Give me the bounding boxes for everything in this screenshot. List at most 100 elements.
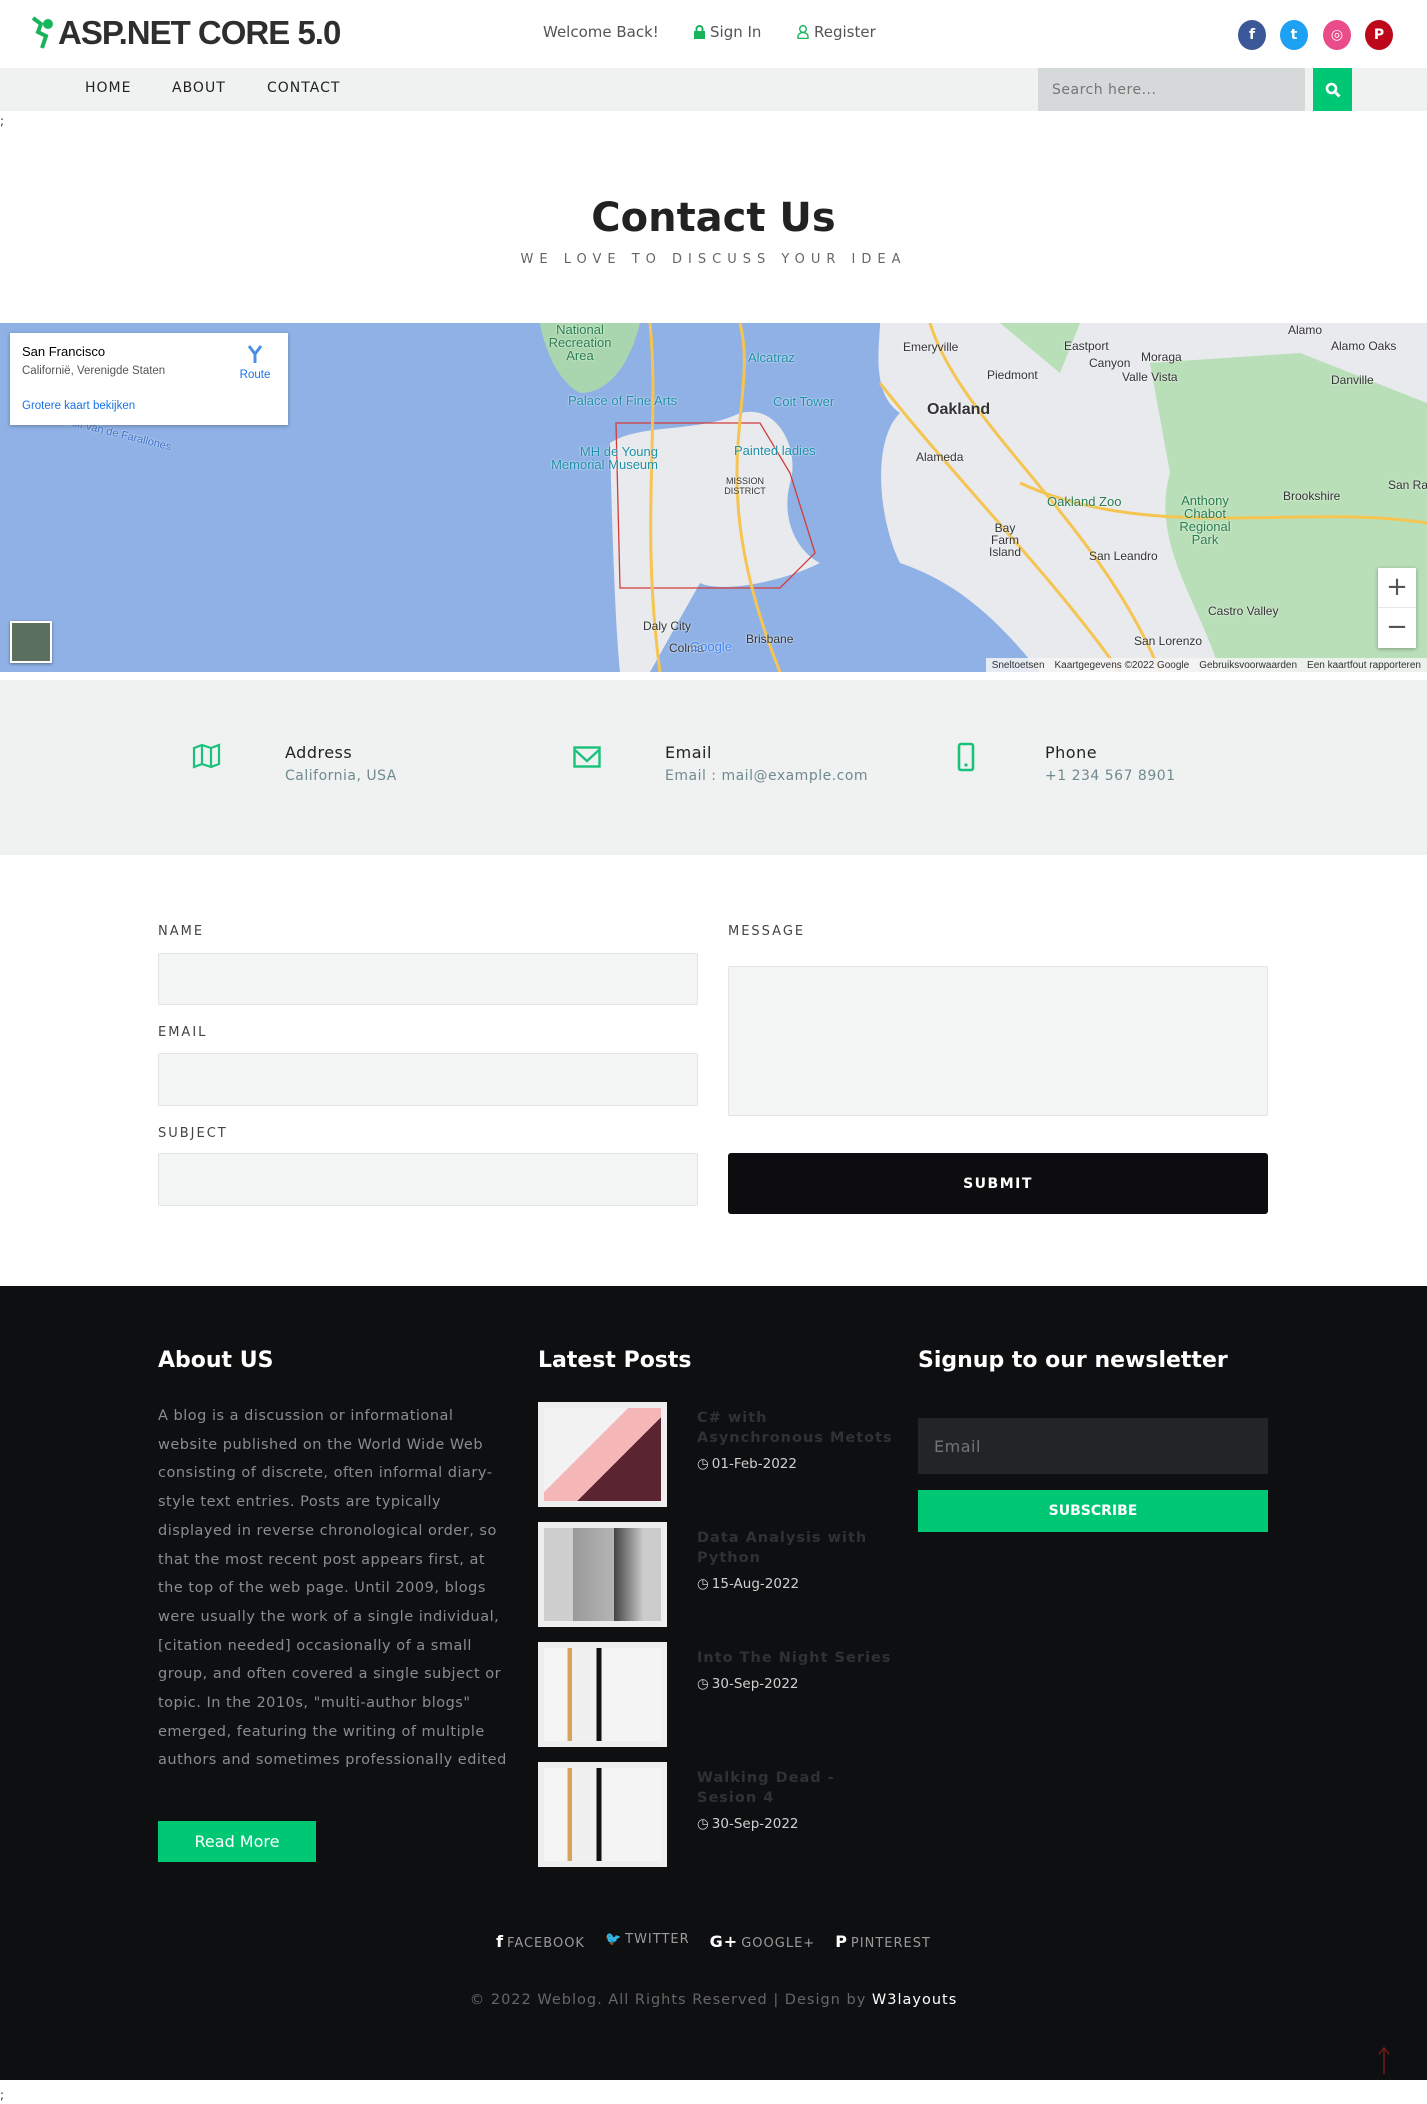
submit-button[interactable]: SUBMIT [728,1153,1268,1214]
scroll-top-arrow-icon[interactable] [1377,2046,1391,2074]
mobile-icon [957,742,975,772]
subject-input[interactable] [158,1153,698,1206]
footer-pinterest-link[interactable]: P PINTEREST [835,1932,931,1951]
nav-home[interactable]: HOME [85,80,131,96]
facebook-icon[interactable]: f [1238,20,1266,50]
search-button[interactable] [1313,68,1352,111]
post-title[interactable]: Data Analysis with Python [697,1530,867,1566]
pinterest-icon[interactable]: P [1365,20,1393,50]
logo[interactable]: ASP.NET CORE 5.0 [30,14,341,52]
dribbble-glyph: ◎ [1330,27,1344,43]
directions-icon [247,345,263,363]
report-error-link[interactable]: Een kaartfout rapporteren [1307,660,1421,671]
terms-link[interactable]: Gebruiksvoorwaarden [1199,660,1297,671]
post-title-block[interactable]: Into The Night Series ◷ 30-Sep-2022 [697,1648,897,1694]
post-thumbnail[interactable] [538,1522,667,1627]
email-item: Email Email : mail@example.com [665,743,868,784]
message-textarea[interactable] [728,966,1268,1116]
map[interactable]: Golf van de Farallones National Recreati… [0,323,1427,672]
name-input[interactable] [158,953,698,1005]
newsletter-email-input[interactable] [918,1418,1268,1474]
map-label: Piedmont [987,368,1038,382]
map-label: San Leandro [1089,549,1158,563]
register-link[interactable]: Register [797,23,876,41]
zoom-out-button[interactable]: − [1378,608,1416,648]
logo-text: ASP.NET CORE 5.0 [58,14,341,51]
post-item[interactable]: Into The Night Series ◷ 30-Sep-2022 [538,1642,928,1747]
map-place-region: Californië, Verenigde Staten [22,365,166,377]
post-date-text: 30-Sep-2022 [711,1676,799,1692]
bigger-map-link[interactable]: Grotere kaart bekijken [22,400,135,412]
map-label: San Lorenzo [1134,634,1203,648]
post-date: ◷ 30-Sep-2022 [697,1814,897,1834]
map-label: Brisbane [746,632,794,646]
message-label: MESSAGE [728,924,806,939]
search-input[interactable] [1038,68,1305,111]
map-attribution: Sneltoetsen Kaartgegevens ©2022 Google G… [985,658,1427,672]
stray-text: ; [0,114,5,128]
email-title: Email [665,743,712,762]
designer-link[interactable]: W3layouts [872,1992,957,2008]
pinterest-label: PINTEREST [850,1936,931,1951]
twitter-icon[interactable]: t [1280,20,1308,50]
map-label: Eastport [1064,339,1109,353]
post-thumbnail[interactable] [538,1402,667,1507]
satellite-toggle[interactable] [10,621,52,663]
footer-facebook-link[interactable]: f FACEBOOK [496,1932,585,1951]
map-label: Danville [1331,373,1374,387]
footer-twitter-link[interactable]: 🐦 TWITTER [605,1932,690,1951]
contact-info: Address California, USA Email Email : ma… [0,680,1427,855]
stray-text: ; [0,2088,5,2102]
read-more-button[interactable]: Read More [158,1821,316,1862]
shortcuts-link[interactable]: Sneltoetsen [992,660,1045,671]
map-data-credit: Kaartgegevens ©2022 Google [1054,659,1190,671]
email-input[interactable] [158,1053,698,1106]
post-title-block[interactable]: C# with Asynchronous Metots ◷ 01-Feb-2022 [697,1408,897,1474]
post-item[interactable]: Walking Dead - Sesion 4 ◷ 30-Sep-2022 [538,1762,928,1867]
lock-icon [694,25,705,39]
footer: About US A blog is a discussion or infor… [0,1286,1427,2080]
zoom-in-button[interactable]: + [1378,568,1416,608]
google-plus-icon: G+ [709,1932,739,1951]
post-item[interactable]: Data Analysis with Python ◷ 15-Aug-2022 [538,1522,928,1627]
pinterest-glyph: P [1373,27,1385,43]
logo-icon [31,16,53,49]
header: ASP.NET CORE 5.0 Welcome Back! Sign In R… [0,0,1427,68]
phone-title: Phone [1045,743,1098,762]
email-value[interactable]: Email : mail@example.com [665,768,868,784]
twitter-icon: 🐦 [604,1932,623,1947]
sign-in-link[interactable]: Sign In [694,23,761,41]
map-label: Bay Farm Island [988,521,1022,559]
post-title[interactable]: Into The Night Series [697,1650,891,1666]
zoom-control: + − [1378,568,1416,648]
map-label: Oakland Zoo [1047,494,1122,509]
post-item[interactable]: C# with Asynchronous Metots ◷ 01-Feb-2022 [538,1402,928,1507]
map-label: Palace of Fine Arts [568,393,678,408]
pinterest-icon: P [835,1932,848,1951]
phone-value: +1 234 567 8901 [1045,768,1176,784]
address-item: Address California, USA [285,743,397,784]
dribbble-icon[interactable]: ◎ [1323,20,1351,50]
map-label: Canyon [1089,356,1131,370]
google-logo: Google [690,639,732,654]
post-title[interactable]: Walking Dead - Sesion 4 [697,1770,835,1806]
nav-about[interactable]: ABOUT [172,80,226,96]
route-button[interactable]: Route [235,344,275,381]
post-thumbnail[interactable] [538,1762,667,1867]
twitter-label: TWITTER [625,1932,690,1947]
phone-item: Phone +1 234 567 8901 [1045,743,1176,784]
post-title-block[interactable]: Walking Dead - Sesion 4 ◷ 30-Sep-2022 [697,1768,897,1834]
facebook-label: FACEBOOK [507,1936,585,1951]
envelope-icon [573,746,601,768]
nav-contact[interactable]: CONTACT [267,80,340,96]
welcome-text: Welcome Back! [543,23,659,41]
map-label: Anthony Chabot Regional Park [1179,493,1231,547]
footer-google-link[interactable]: G+ GOOGLE+ [710,1932,816,1951]
post-thumbnail[interactable] [538,1642,667,1747]
subscribe-button[interactable]: SUBSCRIBE [918,1490,1268,1532]
map-label: Moraga [1141,350,1182,364]
subject-label: SUBJECT [158,1126,228,1141]
post-title-block[interactable]: Data Analysis with Python ◷ 15-Aug-2022 [697,1528,897,1594]
map-label: Coit Tower [773,394,835,409]
post-title[interactable]: C# with Asynchronous Metots [697,1410,893,1446]
